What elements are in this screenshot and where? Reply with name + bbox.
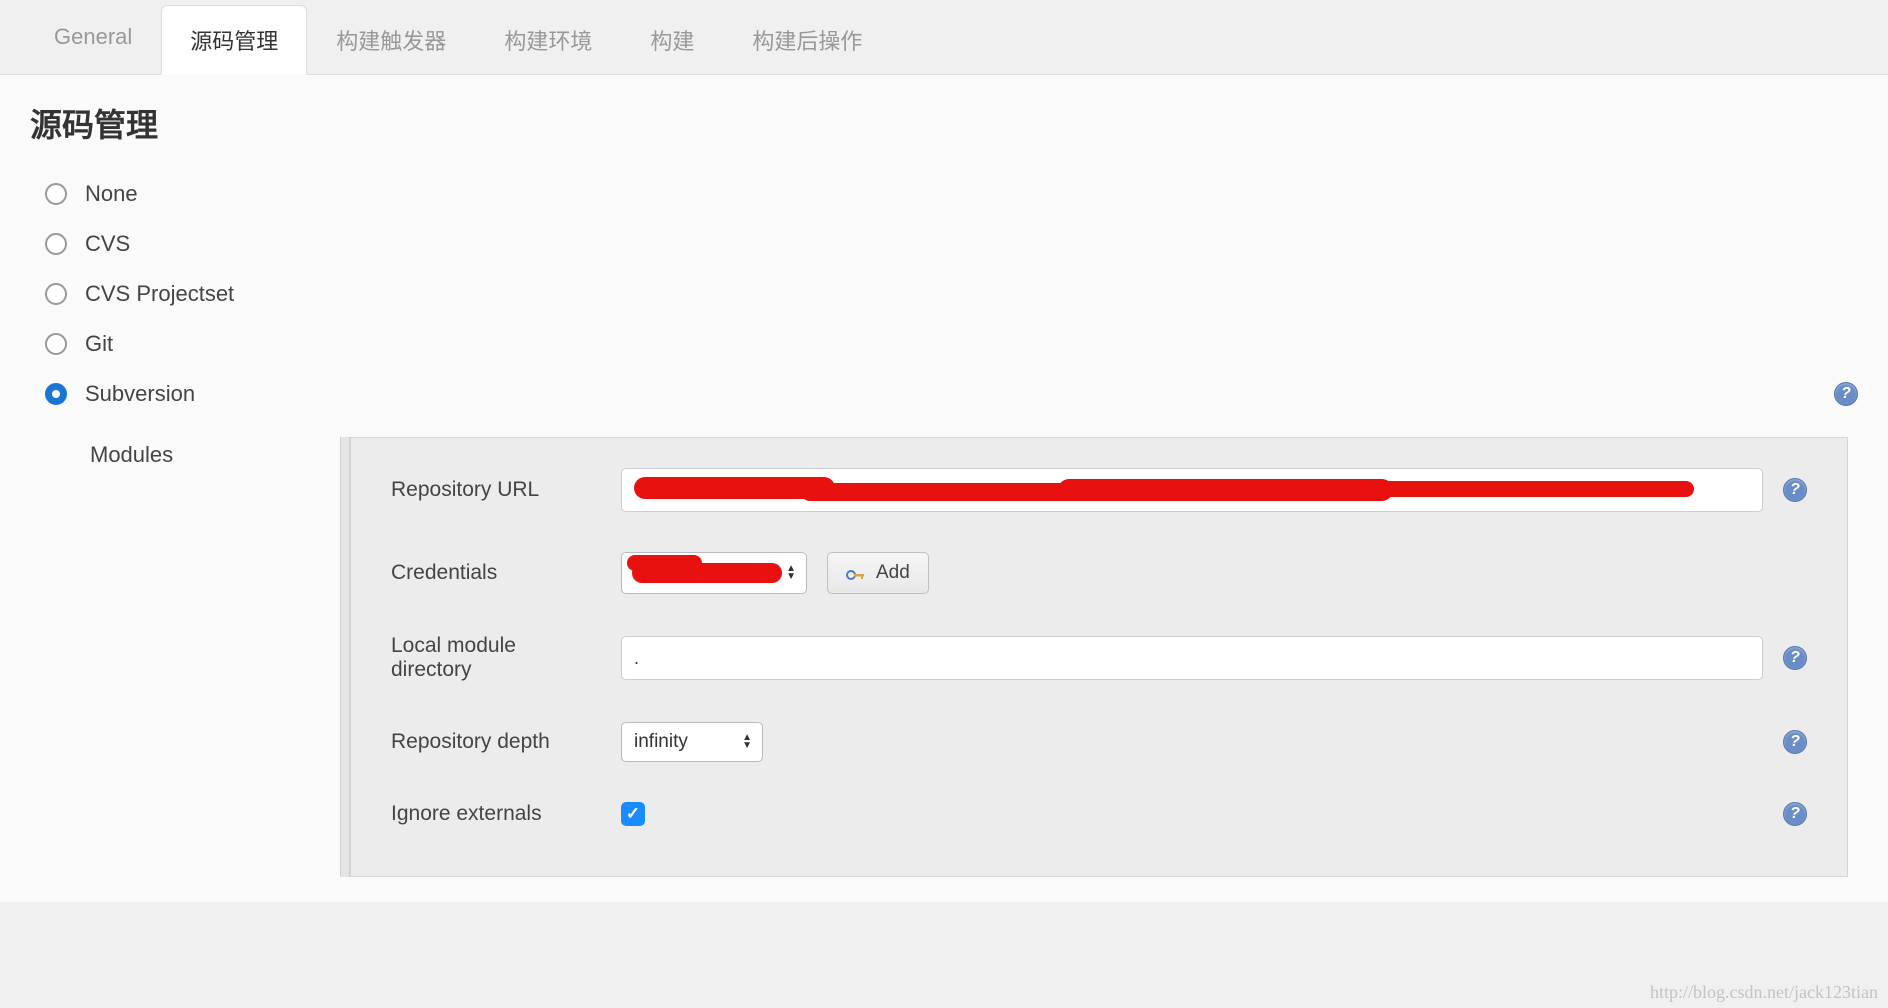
tab-post-build[interactable]: 构建后操作 (723, 5, 891, 74)
tab-build-env[interactable]: 构建环境 (475, 5, 621, 74)
row-local-dir: Local module directory . ? (391, 634, 1807, 682)
radio-cvs-projectset[interactable]: CVS Projectset (45, 281, 1858, 307)
add-credentials-button[interactable]: Add (827, 552, 929, 594)
radio-cvs[interactable]: CVS (45, 231, 1858, 257)
radio-label: Subversion (85, 381, 195, 407)
select-value: infinity (634, 731, 688, 753)
section-divider (340, 437, 350, 877)
label-repo-depth: Repository depth (391, 730, 601, 754)
tab-scm[interactable]: 源码管理 (161, 5, 307, 75)
label-credentials: Credentials (391, 561, 601, 585)
label-ignore-externals: Ignore externals (391, 802, 601, 826)
radio-subversion[interactable]: Subversion ? (45, 381, 1858, 407)
radio-label: CVS (85, 231, 130, 257)
row-repo-url: Repository URL ? (391, 468, 1807, 512)
select-arrows-icon: ▲▼ (742, 734, 752, 750)
row-ignore-externals: Ignore externals ✓ ? (391, 802, 1807, 826)
radio-label: None (85, 181, 138, 207)
select-arrows-icon: ▲▼ (786, 565, 796, 581)
modules-label: Modules (45, 437, 340, 877)
select-credentials[interactable]: ▲▼ (621, 552, 807, 594)
add-button-label: Add (876, 562, 910, 584)
select-repo-depth[interactable]: infinity ▲▼ (621, 722, 763, 762)
help-icon-local-dir[interactable]: ? (1783, 646, 1807, 670)
page-container: General 源码管理 构建触发器 构建环境 构建 构建后操作 源码管理 No… (0, 0, 1888, 1008)
modules-content: Repository URL ? Credentials (350, 437, 1848, 877)
tab-bar: General 源码管理 构建触发器 构建环境 构建 构建后操作 (0, 0, 1888, 75)
checkbox-ignore-externals[interactable]: ✓ (621, 802, 645, 826)
radio-circle-icon (45, 183, 67, 205)
label-repo-url: Repository URL (391, 478, 601, 502)
watermark-text: http://blog.csdn.net/jack123tian (1650, 982, 1878, 1003)
key-icon (846, 566, 866, 580)
tab-build-triggers[interactable]: 构建触发器 (307, 5, 475, 74)
radio-circle-checked-icon (45, 383, 67, 405)
tab-build[interactable]: 构建 (621, 5, 723, 74)
help-icon-ignore-externals[interactable]: ? (1783, 802, 1807, 826)
help-icon-subversion[interactable]: ? (1834, 382, 1858, 406)
row-credentials: Credentials ▲▼ (391, 552, 1807, 594)
input-repo-url[interactable] (621, 468, 1763, 512)
radio-circle-icon (45, 283, 67, 305)
help-icon-repo-depth[interactable]: ? (1783, 730, 1807, 754)
redacted-content (634, 481, 1750, 499)
row-repo-depth: Repository depth infinity ▲▼ ? (391, 722, 1807, 762)
radio-label: CVS Projectset (85, 281, 234, 307)
radio-circle-icon (45, 333, 67, 355)
radio-git[interactable]: Git (45, 331, 1858, 357)
question-mark-icon: ? (1834, 382, 1858, 406)
scm-radio-group: None CVS CVS Projectset Git Subversion ? (45, 181, 1858, 877)
radio-label: Git (85, 331, 113, 357)
input-local-dir[interactable]: . (621, 636, 1763, 680)
redacted-content (632, 558, 782, 588)
section-title: 源码管理 (30, 100, 1858, 146)
modules-section: Modules Repository URL (45, 437, 1858, 877)
input-value: . (634, 648, 639, 669)
radio-circle-icon (45, 233, 67, 255)
radio-none[interactable]: None (45, 181, 1858, 207)
content-area: 源码管理 None CVS CVS Projectset Git Su (0, 75, 1888, 902)
help-icon-repo-url[interactable]: ? (1783, 478, 1807, 502)
tab-general[interactable]: General (25, 5, 161, 74)
label-local-dir: Local module directory (391, 634, 601, 682)
